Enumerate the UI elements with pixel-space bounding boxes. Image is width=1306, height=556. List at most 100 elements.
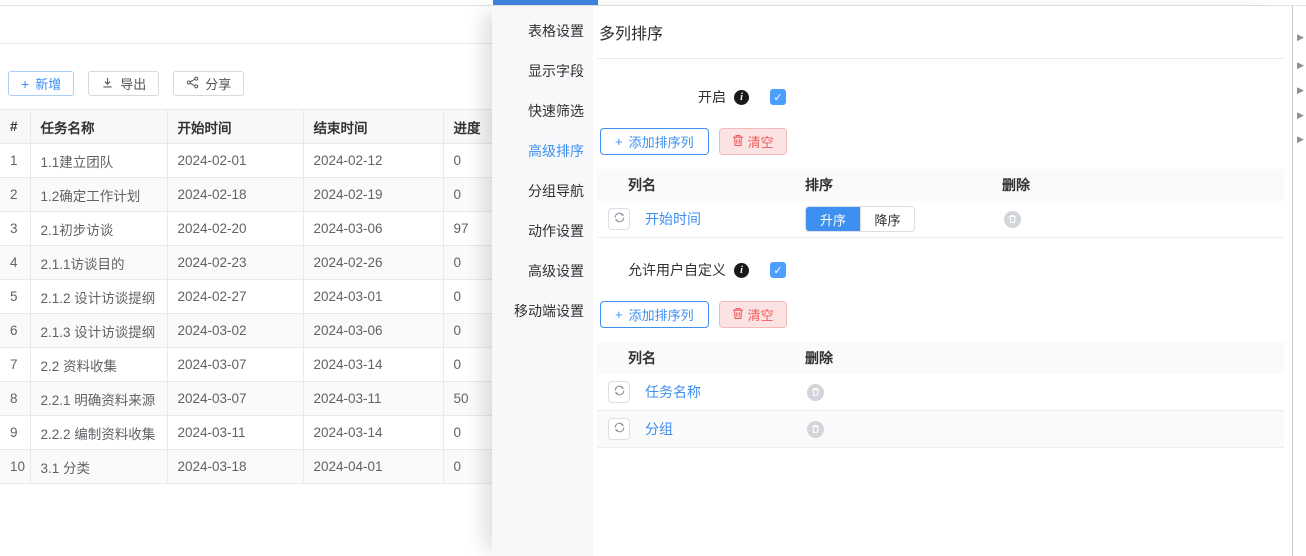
add-custom-sort-column-button[interactable]: + 添加排序列	[600, 301, 709, 328]
add-custom-sort-column-label: 添加排序列	[629, 305, 694, 324]
cell-task-name: 2.1.2 设计访谈提纲	[30, 280, 167, 314]
allow-custom-checkbox[interactable]: ✓	[770, 262, 786, 278]
expand-arrow-icon[interactable]: ▶	[1297, 86, 1304, 95]
table-row[interactable]: 8 2.2.1 明确资料来源 2024-03-07 2024-03-11 50	[0, 382, 492, 416]
descending-button[interactable]: 降序	[860, 207, 914, 231]
cell-index: 2	[0, 178, 30, 212]
cell-start: 2024-03-07	[167, 382, 303, 416]
add-task-button[interactable]: + 新增	[8, 71, 74, 96]
header-start-time: 开始时间	[167, 110, 303, 144]
share-icon	[186, 76, 199, 92]
table-row[interactable]: 10 3.1 分类 2024-03-18 2024-04-01 0	[0, 450, 492, 484]
cell-index: 6	[0, 314, 30, 348]
gantt-edge-divider	[1292, 6, 1293, 556]
cell-progress: 50	[443, 382, 492, 416]
download-icon	[101, 76, 114, 92]
custom-sort-row: 分组	[597, 411, 1284, 448]
cell-end: 2024-03-01	[303, 280, 443, 314]
task-table-page: + 新增 导出 分享 # 任务名称 开始时间 结束时间 进度	[0, 6, 492, 556]
panel-title: 多列排序	[597, 6, 1284, 58]
divider	[597, 58, 1284, 59]
custom-sort-actions: + 添加排序列 清空	[597, 301, 1284, 328]
cell-end: 2024-04-01	[303, 450, 443, 484]
sidebar-item-mobile-settings[interactable]: 移动端设置	[492, 291, 593, 331]
cell-start: 2024-02-23	[167, 246, 303, 280]
share-button[interactable]: 分享	[173, 71, 244, 96]
sidebar-item-advanced-settings[interactable]: 高级设置	[492, 251, 593, 291]
add-sort-column-button[interactable]: + 添加排序列	[600, 128, 709, 155]
trash-icon	[732, 134, 744, 150]
cell-end: 2024-02-12	[303, 144, 443, 178]
col-name-header: 列名	[597, 348, 805, 368]
enable-sort-checkbox[interactable]: ✓	[770, 89, 786, 105]
cell-start: 2024-03-11	[167, 416, 303, 450]
sidebar-item-advanced-sort[interactable]: 高级排序	[492, 131, 593, 171]
cell-index: 9	[0, 416, 30, 450]
delete-sort-column-button[interactable]	[1004, 211, 1021, 228]
delete-custom-column-button[interactable]	[807, 421, 824, 438]
cell-start: 2024-03-02	[167, 314, 303, 348]
custom-column-link[interactable]: 分组	[645, 419, 673, 439]
cell-start: 2024-02-20	[167, 212, 303, 246]
sidebar-item-quick-filter[interactable]: 快速筛选	[492, 91, 593, 131]
custom-sort-columns-table: 列名 删除 任务名称	[597, 342, 1284, 448]
clear-custom-sort-button[interactable]: 清空	[719, 301, 787, 328]
sidebar-item-action-settings[interactable]: 动作设置	[492, 211, 593, 251]
cell-index: 3	[0, 212, 30, 246]
table-row[interactable]: 7 2.2 资料收集 2024-03-07 2024-03-14 0	[0, 348, 492, 382]
cell-progress: 0	[443, 416, 492, 450]
settings-nav: 表格设置 显示字段 快速筛选 高级排序 分组导航 动作设置 高级设置 移动端设置	[492, 6, 593, 556]
cell-index: 10	[0, 450, 30, 484]
info-icon: i	[734, 263, 749, 278]
sidebar-item-display-fields[interactable]: 显示字段	[492, 51, 593, 91]
enable-sort-row: 开启 i ✓	[597, 87, 1284, 107]
custom-table-header: 列名 删除	[597, 342, 1284, 374]
cell-progress: 0	[443, 348, 492, 382]
table-row[interactable]: 9 2.2.2 编制资料收集 2024-03-11 2024-03-14 0	[0, 416, 492, 450]
header-task-name: 任务名称	[30, 110, 167, 144]
ascending-button[interactable]: 升序	[806, 207, 860, 231]
cell-index: 1	[0, 144, 30, 178]
cell-end: 2024-03-11	[303, 382, 443, 416]
cell-task-name: 2.2 资料收集	[30, 348, 167, 382]
sidebar-item-group-navigation[interactable]: 分组导航	[492, 171, 593, 211]
sidebar-item-table-settings[interactable]: 表格设置	[492, 11, 593, 51]
cell-progress: 0	[443, 314, 492, 348]
custom-column-link[interactable]: 任务名称	[645, 382, 701, 402]
header-end-time: 结束时间	[303, 110, 443, 144]
swap-column-button[interactable]	[608, 208, 630, 230]
expand-arrow-icon[interactable]: ▶	[1297, 135, 1304, 144]
plus-icon: +	[21, 77, 29, 91]
swap-column-button[interactable]	[608, 418, 630, 440]
expand-arrow-icon[interactable]: ▶	[1297, 33, 1304, 42]
clear-sort-button[interactable]: 清空	[719, 128, 787, 155]
header-index: #	[0, 110, 30, 144]
expand-arrow-icon[interactable]: ▶	[1297, 111, 1304, 120]
delete-custom-column-button[interactable]	[807, 384, 824, 401]
active-tab-indicator	[493, 0, 598, 5]
export-button[interactable]: 导出	[88, 71, 159, 96]
plus-icon: +	[615, 307, 623, 322]
sort-actions: + 添加排序列 清空	[597, 128, 1284, 155]
cell-task-name: 2.1.3 设计访谈提纲	[30, 314, 167, 348]
cell-progress: 0	[443, 144, 492, 178]
sort-order-toggle: 升序 降序	[805, 206, 915, 232]
table-actions: + 新增 导出 分享	[0, 44, 492, 96]
expand-arrow-icon[interactable]: ▶	[1297, 61, 1304, 70]
table-row[interactable]: 6 2.1.3 设计访谈提纲 2024-03-02 2024-03-06 0	[0, 314, 492, 348]
refresh-icon	[613, 211, 626, 227]
table-row[interactable]: 5 2.1.2 设计访谈提纲 2024-02-27 2024-03-01 0	[0, 280, 492, 314]
swap-column-button[interactable]	[608, 381, 630, 403]
clear-custom-sort-label: 清空	[748, 305, 774, 324]
table-row[interactable]: 3 2.1初步访谈 2024-02-20 2024-03-06 97	[0, 212, 492, 246]
cell-end: 2024-02-19	[303, 178, 443, 212]
table-row[interactable]: 1 1.1建立团队 2024-02-01 2024-02-12 0	[0, 144, 492, 178]
cell-start: 2024-03-18	[167, 450, 303, 484]
task-table-header-row: # 任务名称 开始时间 结束时间 进度	[0, 110, 492, 144]
order-header: 排序	[805, 175, 1002, 195]
allow-custom-label: 允许用户自定义	[597, 260, 726, 280]
col-name-header: 列名	[597, 175, 805, 195]
sort-column-link[interactable]: 开始时间	[645, 209, 701, 229]
table-row[interactable]: 2 1.2确定工作计划 2024-02-18 2024-02-19 0	[0, 178, 492, 212]
table-row[interactable]: 4 2.1.1访谈目的 2024-02-23 2024-02-26 0	[0, 246, 492, 280]
